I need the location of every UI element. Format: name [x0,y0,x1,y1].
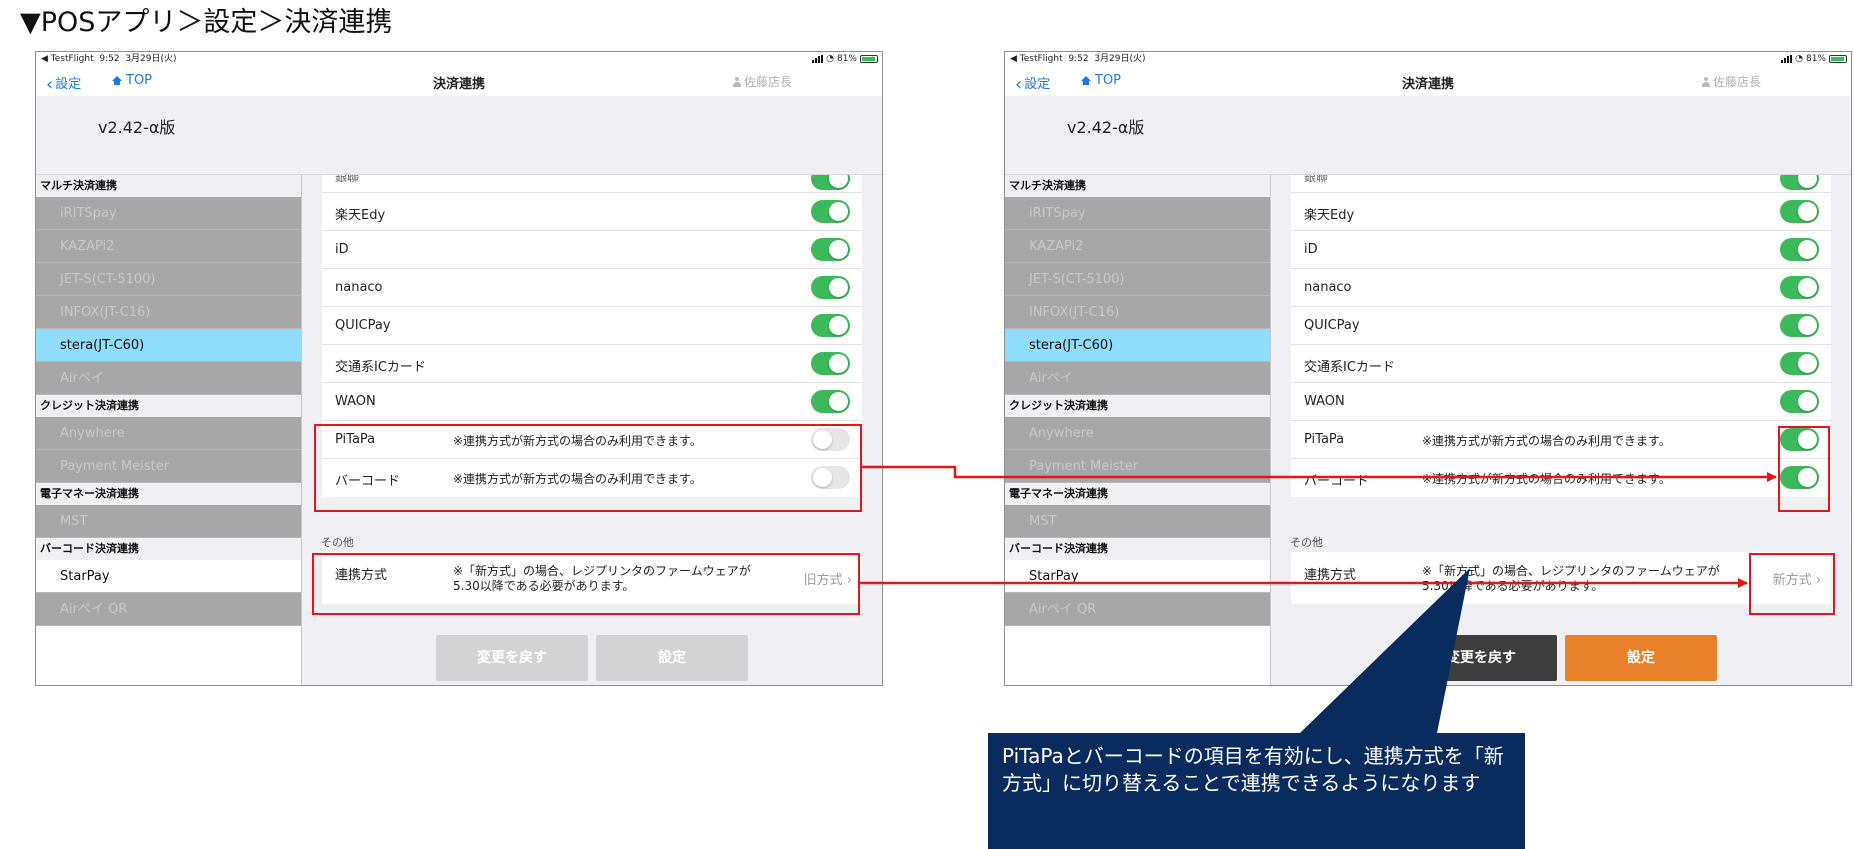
arrow-toggles [862,465,1777,482]
callout-pointer [1300,568,1470,733]
annotation-overlay [860,465,1777,733]
callout-box: PiTaPaとバーコードの項目を有効にし、連携方式を「新方式」に切り替えることで… [988,733,1525,849]
